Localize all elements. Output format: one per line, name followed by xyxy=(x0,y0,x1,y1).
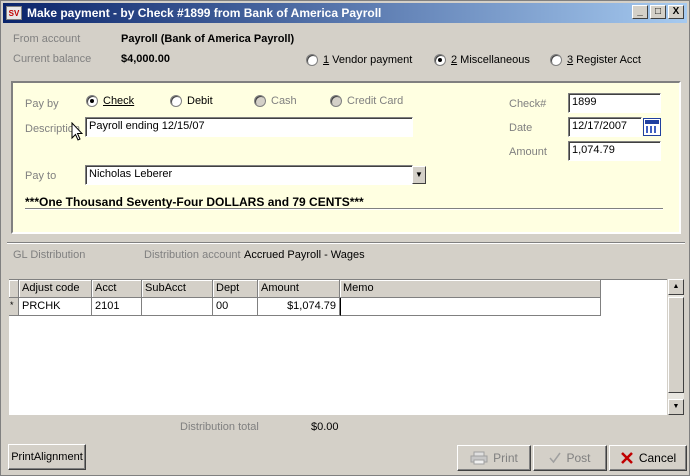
column-header-dept[interactable]: Dept xyxy=(213,280,258,298)
pay-to-label: Pay to xyxy=(25,170,57,182)
radio-register-acct[interactable]: 3 Register Acct xyxy=(550,54,641,66)
pay-by-cash-label: Cash xyxy=(271,95,297,107)
pay-by-check-label: Check xyxy=(103,95,135,107)
app-icon: SV xyxy=(6,6,22,20)
pay-to-dropdown-button[interactable]: ▼ xyxy=(412,166,426,184)
radio-label-vendor: Vendor payment xyxy=(329,54,413,66)
grid-vertical-scrollbar[interactable]: ▲ ▼ xyxy=(668,279,684,415)
post-button[interactable]: Post xyxy=(533,445,607,471)
window-title: Make payment - by Check #1899 from Bank … xyxy=(27,6,382,20)
row-marker: * xyxy=(9,298,19,316)
radio-label-misc: Miscellaneous xyxy=(457,54,530,66)
pay-by-debit-radio[interactable]: Debit xyxy=(170,95,213,107)
amount-field[interactable]: 1,074.79 xyxy=(568,141,661,161)
check-number-label: Check# xyxy=(509,98,547,110)
from-account-label: From account xyxy=(13,33,81,45)
print-alignment-button[interactable]: PrintAlignment xyxy=(8,444,86,470)
make-payment-window: SV Make payment - by Check #1899 from Ba… xyxy=(0,0,690,476)
distribution-total-label: Distribution total xyxy=(180,421,259,433)
panel-divider xyxy=(25,208,663,210)
amount-label: Amount xyxy=(509,146,547,158)
calendar-icon[interactable] xyxy=(643,118,661,136)
cell-amount[interactable]: $1,074.79 xyxy=(258,298,340,316)
radio-button-icon xyxy=(306,54,318,66)
pay-by-cash-radio[interactable]: Cash xyxy=(254,95,297,107)
cancel-label: Cancel xyxy=(638,451,677,465)
distribution-grid: Adjust code Acct SubAcct Dept Amount Mem… xyxy=(9,279,667,415)
radio-button-disabled-icon xyxy=(330,95,342,107)
cell-acct[interactable]: 2101 xyxy=(92,298,142,316)
date-label: Date xyxy=(509,122,533,134)
current-balance-label: Current balance xyxy=(13,53,92,65)
radio-button-selected-icon xyxy=(434,54,446,66)
radio-miscellaneous[interactable]: 2 Miscellaneous xyxy=(434,54,530,66)
distribution-account-label: Distribution account xyxy=(144,249,241,261)
column-header-adjust-code[interactable]: Adjust code xyxy=(19,280,92,298)
description-field[interactable]: Payroll ending 12/15/07 xyxy=(85,117,413,137)
print-button[interactable]: Print xyxy=(457,445,531,471)
radio-button-icon xyxy=(170,95,182,107)
table-row[interactable]: * PRCHK 2101 00 $1,074.79 xyxy=(9,298,601,316)
cell-subacct[interactable] xyxy=(142,298,213,316)
column-header-memo[interactable]: Memo xyxy=(340,280,601,298)
from-account-value: Payroll (Bank of America Payroll) xyxy=(121,33,295,45)
checkmark-icon xyxy=(549,452,562,464)
check-number-field[interactable]: 1899 xyxy=(568,93,661,113)
print-alignment-label: PrintAlignment xyxy=(11,451,83,463)
radio-button-icon xyxy=(550,54,562,66)
pay-to-field[interactable]: Nicholas Leberer xyxy=(85,165,413,185)
radio-vendor-payment[interactable]: 1 Vendor payment xyxy=(306,54,412,66)
scroll-down-arrow-icon[interactable]: ▼ xyxy=(668,399,684,415)
section-divider xyxy=(7,242,685,244)
row-selector-header xyxy=(9,280,19,298)
close-icon xyxy=(620,452,633,464)
cell-memo[interactable] xyxy=(340,298,601,316)
radio-button-selected-icon xyxy=(86,95,98,107)
distribution-total-value: $0.00 xyxy=(311,421,339,433)
printer-icon xyxy=(470,451,488,465)
distribution-account-value: Accrued Payroll - Wages xyxy=(244,249,365,261)
radio-button-disabled-icon xyxy=(254,95,266,107)
mouse-pointer-icon xyxy=(71,122,83,141)
cell-adjust-code[interactable]: PRCHK xyxy=(19,298,92,316)
column-header-acct[interactable]: Acct xyxy=(92,280,142,298)
print-label: Print xyxy=(493,451,518,465)
pay-by-credit-card-label: Credit Card xyxy=(347,95,404,107)
chevron-down-icon: ▼ xyxy=(415,170,423,179)
cancel-button[interactable]: Cancel xyxy=(609,445,687,471)
grid-header-row: Adjust code Acct SubAcct Dept Amount Mem… xyxy=(9,280,601,298)
date-field[interactable]: 12/17/2007 xyxy=(568,117,642,137)
pay-by-check-radio[interactable]: Check xyxy=(86,95,134,107)
amount-in-words: ***One Thousand Seventy-Four DOLLARS and… xyxy=(25,195,364,209)
maximize-button[interactable]: □ xyxy=(650,5,666,19)
radio-label-register: Register Acct xyxy=(573,54,641,66)
pay-by-label: Pay by xyxy=(25,98,59,110)
post-label: Post xyxy=(566,451,591,465)
column-header-amount[interactable]: Amount xyxy=(258,280,340,298)
gl-distribution-label: GL Distribution xyxy=(13,249,86,261)
pay-by-credit-card-radio[interactable]: Credit Card xyxy=(330,95,403,107)
current-balance-value: $4,000.00 xyxy=(121,53,170,65)
minimize-button[interactable]: _ xyxy=(632,5,648,19)
close-window-button[interactable]: X xyxy=(668,5,684,19)
scroll-thumb[interactable] xyxy=(668,297,684,393)
column-header-subacct[interactable]: SubAcct xyxy=(142,280,213,298)
scroll-up-arrow-icon[interactable]: ▲ xyxy=(668,279,684,295)
pay-by-debit-label: Debit xyxy=(187,95,213,107)
title-bar[interactable]: SV Make payment - by Check #1899 from Ba… xyxy=(3,3,687,23)
cell-dept[interactable]: 00 xyxy=(213,298,258,316)
